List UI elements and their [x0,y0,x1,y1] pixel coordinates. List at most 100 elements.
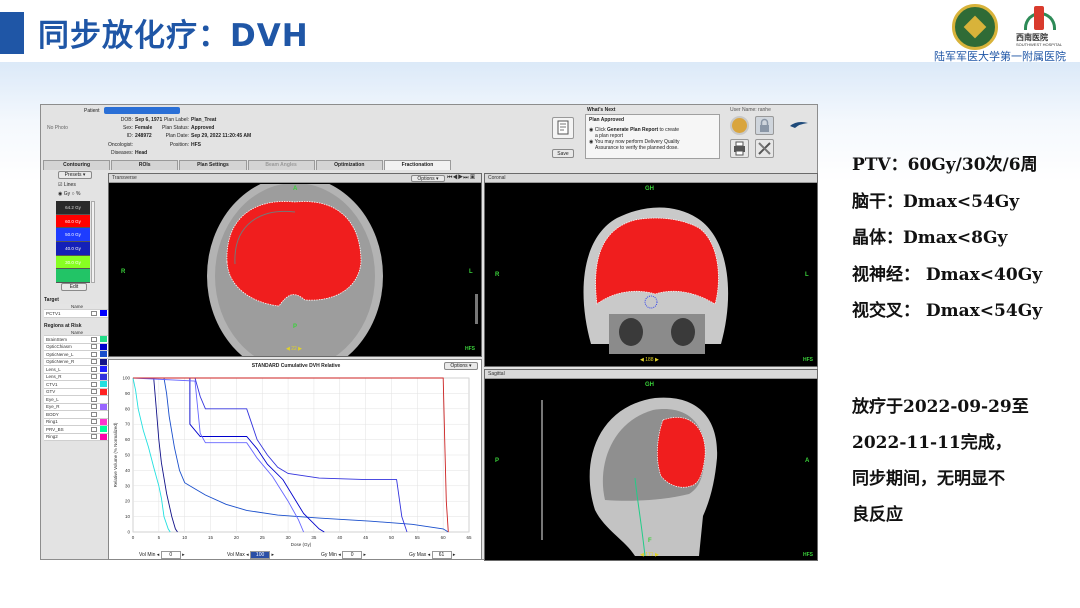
gy-min-control[interactable]: Gy Min ◂ 0 ▸ [321,551,366,559]
visibility-checkbox[interactable] [91,359,97,365]
constraint-notes: PTV：60Gy/30次/6周 脑干：Dmax<54Gy 晶体：Dmax<8Gy… [852,150,1042,333]
tab-beam-angles[interactable]: Beam Angles [247,160,315,170]
visibility-checkbox[interactable] [91,389,97,395]
x-tick-label: 30 [286,535,292,540]
table-row[interactable]: OpticChiasm [44,343,108,351]
tab-optimization[interactable]: Optimization [315,160,383,170]
color-swatch[interactable] [100,343,107,350]
color-swatch[interactable] [100,366,107,373]
color-swatch[interactable] [100,336,107,343]
presets-dropdown[interactable]: Presets ▾ [58,171,92,179]
visibility-checkbox[interactable] [91,336,97,342]
isodose-level[interactable]: 40.0 Gy [56,242,90,256]
transverse-label: Transverse [112,175,137,181]
visibility-checkbox[interactable] [91,381,97,387]
sagittal-view[interactable]: Sagittal GH P A F ◀ 171 ▶ HFS [484,369,818,561]
color-swatch[interactable] [100,396,107,403]
y-axis-label: Relative Volume (% Normalized) [113,422,118,487]
color-swatch[interactable] [100,310,107,317]
next-step-2b: Assurance to verify the planned dose. [595,145,679,151]
table-row[interactable]: CTV1 [44,381,108,389]
isodose-scrollbar[interactable] [91,201,95,283]
tab-fractionation[interactable]: Fractionation [383,160,452,170]
visibility-checkbox[interactable] [91,374,97,380]
summary-line-3: 同步期间，无明显不 [852,469,1005,489]
color-swatch[interactable] [100,381,107,388]
table-row[interactable]: OpticNerve_R [44,358,108,366]
slice-nav-icons[interactable]: ⏮◀▶⏭ ▣ [447,175,481,182]
lines-checkbox[interactable]: ☑ Lines [58,182,76,188]
dvh-options-button[interactable]: Options ▾ [444,362,478,370]
visibility-checkbox[interactable] [91,404,97,410]
title-accent-bar [0,12,24,54]
visibility-checkbox[interactable] [91,310,97,316]
oar-name: OpticNerve_R [46,359,75,365]
approve-icon[interactable] [730,116,749,135]
color-swatch[interactable] [100,418,107,425]
isodose-level[interactable]: 64.2 Gy [56,201,90,215]
x-tick-label: 50 [389,535,395,540]
color-swatch[interactable] [100,433,107,440]
visibility-checkbox[interactable] [91,419,97,425]
visibility-checkbox[interactable] [91,411,97,417]
color-swatch[interactable] [100,358,107,365]
visibility-checkbox[interactable] [91,366,97,372]
units-radio[interactable]: ◉ Gy ○ % [58,191,80,197]
vol-max-control[interactable]: Vol Max ◂ 100 ▸ [227,551,274,559]
x-axis-label: Dose (Gy) [291,542,312,547]
table-row[interactable]: OpticNerve_L [44,351,108,359]
visibility-checkbox[interactable] [91,351,97,357]
sagittal-anterior-label: A [805,458,810,464]
plan-status-message: Plan Approved [589,117,625,123]
generate-report-button[interactable] [552,117,574,139]
x-tick-label: 15 [208,535,214,540]
isodose-level[interactable]: 60.0 Gy [56,214,90,229]
tools-icon[interactable] [755,139,774,158]
tab-rois[interactable]: ROIs [111,160,179,170]
visibility-checkbox[interactable] [91,434,97,440]
oar-name: BrainStem [46,336,68,342]
plan-status-label: Plan Status: [162,125,189,131]
visibility-checkbox[interactable] [91,344,97,350]
save-button[interactable]: Save [552,149,574,158]
note-lens: 晶体：Dmax<8Gy [852,228,1008,248]
color-swatch[interactable] [100,426,107,433]
diseases-value: Head [135,150,148,156]
table-row[interactable]: BrainStem [44,336,108,344]
table-row[interactable]: Eye_L [44,396,108,404]
tab-plan-settings[interactable]: Plan Settings [179,160,247,170]
isodose-level[interactable]: 50.0 Gy [56,228,90,242]
table-row[interactable]: Ring1 [44,418,108,426]
color-swatch[interactable] [100,388,107,395]
coronal-view[interactable]: Coronal GH R L ◀ 188 ▶ HFS [484,173,818,367]
table-row[interactable]: Lens_R [44,373,108,381]
color-swatch[interactable] [100,373,107,380]
lock-icon[interactable] [755,116,774,135]
color-swatch[interactable] [100,411,107,418]
table-row[interactable]: GTV [44,388,108,396]
isodose-level[interactable]: 30.0 Gy [56,255,90,270]
table-row[interactable]: BODY [44,411,108,419]
table-row[interactable]: PCTV1 [44,310,108,318]
visibility-checkbox[interactable] [91,396,97,402]
table-row[interactable]: Lens_L [44,366,108,374]
visibility-checkbox[interactable] [91,426,97,432]
patient-name-field[interactable] [104,107,180,114]
print-icon[interactable] [730,139,749,158]
transverse-view[interactable]: Transverse Options ▾ ⏮◀▶⏭ ▣ A P R L ◀ 22… [108,173,482,357]
id-label: ID: [126,133,133,139]
isodose-level[interactable] [56,269,90,283]
table-row[interactable]: Eye_R [44,403,108,411]
table-row[interactable]: PRV_BS [44,426,108,434]
table-row[interactable]: Ring2 [44,433,108,441]
vol-min-control[interactable]: Vol Min ◂ 0 ▸ [139,551,185,559]
tab-contouring[interactable]: Contouring [43,160,111,170]
gy-max-control[interactable]: Gy Max ◂ 61 ▸ [409,551,455,559]
summary-line-2: 2022-11-11完成， [852,433,1012,453]
color-swatch[interactable] [100,403,107,410]
color-swatch[interactable] [100,351,107,358]
whats-next-panel: Plan Approved ◉ Click Generate Plan Repo… [585,114,720,159]
transverse-ct-image [207,184,478,356]
edit-isodose-button[interactable]: Edit [61,283,87,291]
transverse-options-button[interactable]: Options ▾ [411,175,445,182]
